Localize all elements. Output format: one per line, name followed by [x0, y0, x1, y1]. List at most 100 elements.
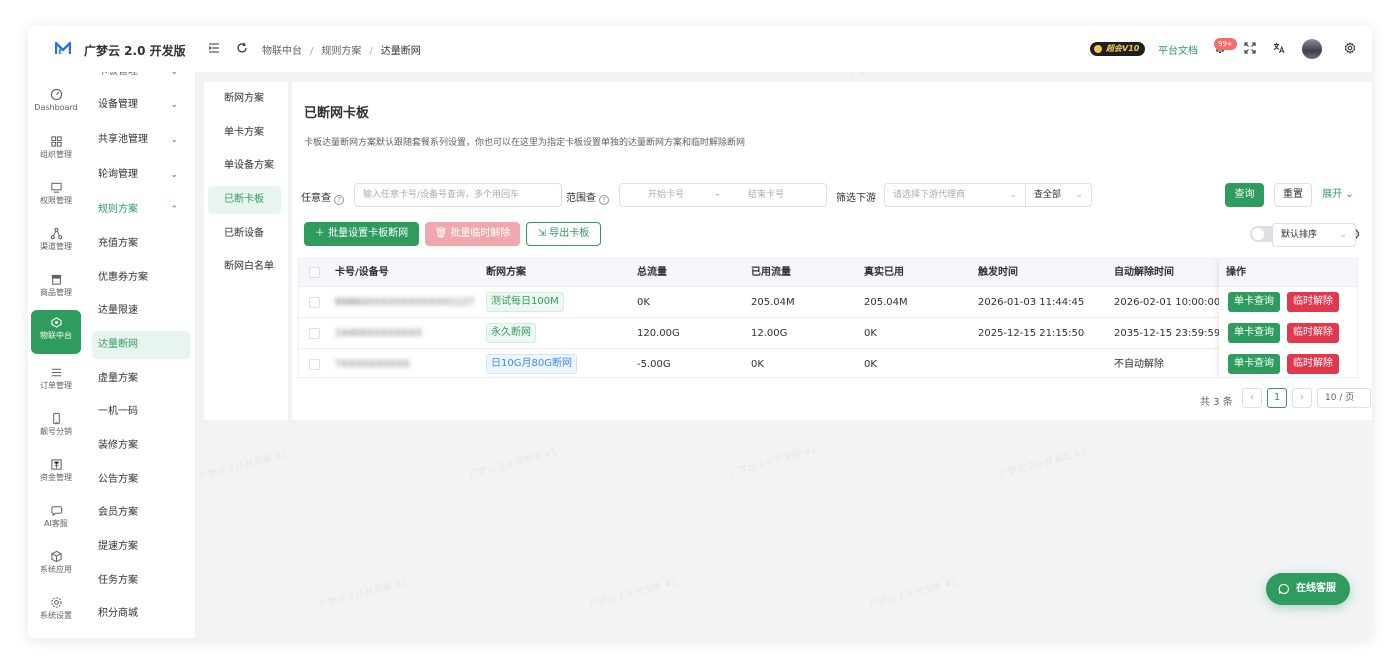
breadcrumb-item[interactable]: 规则方案	[321, 46, 361, 57]
submenu-item-label: 充值方案	[98, 238, 138, 249]
single-card-query-button[interactable]: 单卡查询	[1228, 323, 1280, 343]
export-cards-button[interactable]: ⇲ 导出卡板	[526, 222, 601, 246]
rail-item-products[interactable]: 商品管理	[31, 267, 81, 311]
submenu-item-devices[interactable]: 设备管理 ⌄	[92, 91, 190, 119]
rail-item-settings[interactable]: 系统设置	[31, 590, 81, 634]
dashboard-icon	[50, 88, 62, 101]
submenu-item-virtual[interactable]: 虚量方案	[92, 365, 190, 393]
rail-item-iot[interactable]: 物联中台	[31, 310, 81, 354]
menu-item-whitelist[interactable]: 断网白名单	[208, 253, 281, 281]
reset-button[interactable]: 重置	[1274, 183, 1312, 207]
rail-item-dashboard[interactable]: Dashboard	[31, 82, 81, 126]
menu-item-cutoff-plan[interactable]: 断网方案	[208, 85, 281, 113]
menu-item-cut-devices[interactable]: 已断设备	[208, 220, 281, 248]
menu-item-cut-cards[interactable]: 已断卡板	[208, 186, 281, 214]
menu-item-single-card-plan[interactable]: 单卡方案	[208, 119, 281, 147]
chevron-down-icon: ⌄	[170, 100, 178, 110]
gear-icon[interactable]	[1344, 42, 1356, 54]
column-header[interactable]: 触发时间	[978, 259, 1018, 287]
refresh-icon[interactable]	[236, 42, 248, 54]
watermark: 广梦云 2.0 开发版 #1	[588, 577, 679, 611]
collapse-menu-icon[interactable]	[208, 42, 220, 54]
submenu-item-label: 虚量方案	[98, 373, 138, 384]
single-card-query-button[interactable]: 单卡查询	[1228, 354, 1280, 374]
avatar[interactable]	[1302, 39, 1322, 59]
expand-filters-button[interactable]: 展开 ⌄	[1318, 183, 1358, 207]
card-number[interactable]: 7XXXXXXXXXX	[335, 349, 410, 377]
submenu-item-label: 装修方案	[98, 440, 138, 451]
next-page-button[interactable]: ›	[1292, 388, 1312, 408]
downstream-select[interactable]: 请选择下游代理商 ⌄	[884, 183, 1026, 207]
select-all-checkbox[interactable]	[309, 267, 320, 278]
submenu-item-notice[interactable]: 公告方案	[92, 466, 190, 494]
submenu-item-polling[interactable]: 轮询管理 ⌄	[92, 161, 190, 189]
submenu-item-label: 任务方案	[98, 575, 138, 586]
page-number-button[interactable]: 1	[1267, 388, 1287, 408]
temp-release-button[interactable]: 临时解除	[1287, 292, 1339, 312]
rail-item-permissions[interactable]: 权限管理	[31, 175, 81, 219]
query-button[interactable]: 查询	[1225, 183, 1264, 207]
submenu-item-speedup[interactable]: 提速方案	[92, 533, 190, 561]
chevron-down-icon: ⌄	[170, 135, 178, 145]
submenu-item-points[interactable]: 积分商城	[92, 600, 190, 628]
column-header[interactable]: 已用流量	[751, 259, 791, 287]
column-header[interactable]: 断网方案	[486, 259, 526, 287]
temp-release-button[interactable]: 临时解除	[1287, 323, 1339, 343]
help-icon[interactable]: ?	[334, 195, 344, 205]
rail-item-funds[interactable]: 资金管理	[31, 452, 81, 496]
submenu-item-pool[interactable]: 共享池管理 ⌄	[92, 126, 190, 154]
rail-item-label: 渠道管理	[40, 242, 72, 251]
online-service-button[interactable]: 在线客服	[1266, 573, 1350, 605]
submenu-item-label: 共享池管理	[98, 134, 148, 145]
submenu-item-member[interactable]: 会员方案	[92, 499, 190, 527]
submenu-item-task[interactable]: 任务方案	[92, 567, 190, 595]
any-query-input[interactable]: 输入任意卡号/设备号查询，多个用回车	[354, 183, 562, 207]
rail-item-orders[interactable]: 订单管理	[31, 360, 81, 404]
card-number[interactable]: 1440XXXXXXXXX	[335, 318, 422, 349]
column-header[interactable]: 真实已用	[864, 259, 904, 287]
column-header[interactable]: 卡号/设备号	[335, 259, 389, 287]
page-size-select[interactable]: 10 / 页	[1317, 388, 1371, 408]
help-icon[interactable]: ?	[599, 195, 609, 205]
submenu-item-recharge[interactable]: 充值方案	[92, 230, 190, 258]
submenu-item-throttle[interactable]: 达量限速	[92, 297, 190, 325]
column-header[interactable]: 总流量	[637, 259, 667, 287]
prev-page-button[interactable]: ‹	[1242, 388, 1262, 408]
breadcrumb-item[interactable]: 物联中台	[262, 46, 302, 57]
batch-temp-release-button[interactable]: 🗑 批量临时解除	[425, 222, 520, 246]
column-header[interactable]: 自动解除时间	[1114, 259, 1174, 287]
single-card-query-button[interactable]: 单卡查询	[1228, 292, 1280, 312]
rail-item-org[interactable]: 组织管理	[31, 129, 81, 173]
sort-select[interactable]: 默认排序 ⌄	[1272, 223, 1356, 247]
trash-icon: 🗑	[434, 228, 451, 239]
scope-select[interactable]: 查全部 ⌄	[1025, 183, 1092, 207]
submenu-item-coupon[interactable]: 优惠券方案	[92, 264, 190, 292]
card-range-input[interactable]: 开始卡号 - 结束卡号	[619, 183, 827, 207]
rail-item-channels[interactable]: 渠道管理	[31, 221, 81, 265]
temp-release-button[interactable]: 临时解除	[1287, 354, 1339, 374]
fullscreen-icon[interactable]	[1244, 42, 1256, 54]
row-checkbox[interactable]	[309, 359, 320, 370]
submenu-item-decor[interactable]: 装修方案	[92, 432, 190, 460]
batch-set-cutoff-button[interactable]: ＋ 批量设置卡板断网	[304, 222, 419, 246]
submenu-item-rules[interactable]: 规则方案 ⌃	[92, 196, 190, 224]
table-row: 89860XXXXXXXXXXXX1127 测试每日100M 0K 205.04…	[299, 287, 1357, 318]
docs-link[interactable]: 平台文档	[1158, 42, 1198, 57]
submenu-item-label: 公告方案	[98, 474, 138, 485]
submenu-item-cutoff[interactable]: 达量断网	[92, 331, 190, 359]
vip-badge[interactable]: 超会V10	[1090, 42, 1146, 56]
rail-item-ai[interactable]: AI客服	[31, 498, 81, 542]
rail-item-apps[interactable]: 系统应用	[31, 544, 81, 588]
downstream-label: 筛选下游	[836, 193, 876, 204]
translate-icon[interactable]	[1273, 42, 1285, 54]
rail-item-numbers[interactable]: 靓号分销	[31, 406, 81, 450]
row-checkbox[interactable]	[309, 297, 320, 308]
real-used-flow: 205.04M	[864, 297, 908, 308]
submenu-item-label: 轮询管理	[98, 169, 138, 180]
chevron-down-icon: ⌄	[1339, 230, 1347, 240]
row-checkbox[interactable]	[309, 328, 320, 339]
share-icon	[50, 227, 62, 240]
menu-item-single-device-plan[interactable]: 单设备方案	[208, 152, 281, 180]
submenu-item-one-code[interactable]: 一机一码	[92, 398, 190, 426]
card-number[interactable]: 89860XXXXXXXXXXXX1127	[335, 287, 474, 318]
